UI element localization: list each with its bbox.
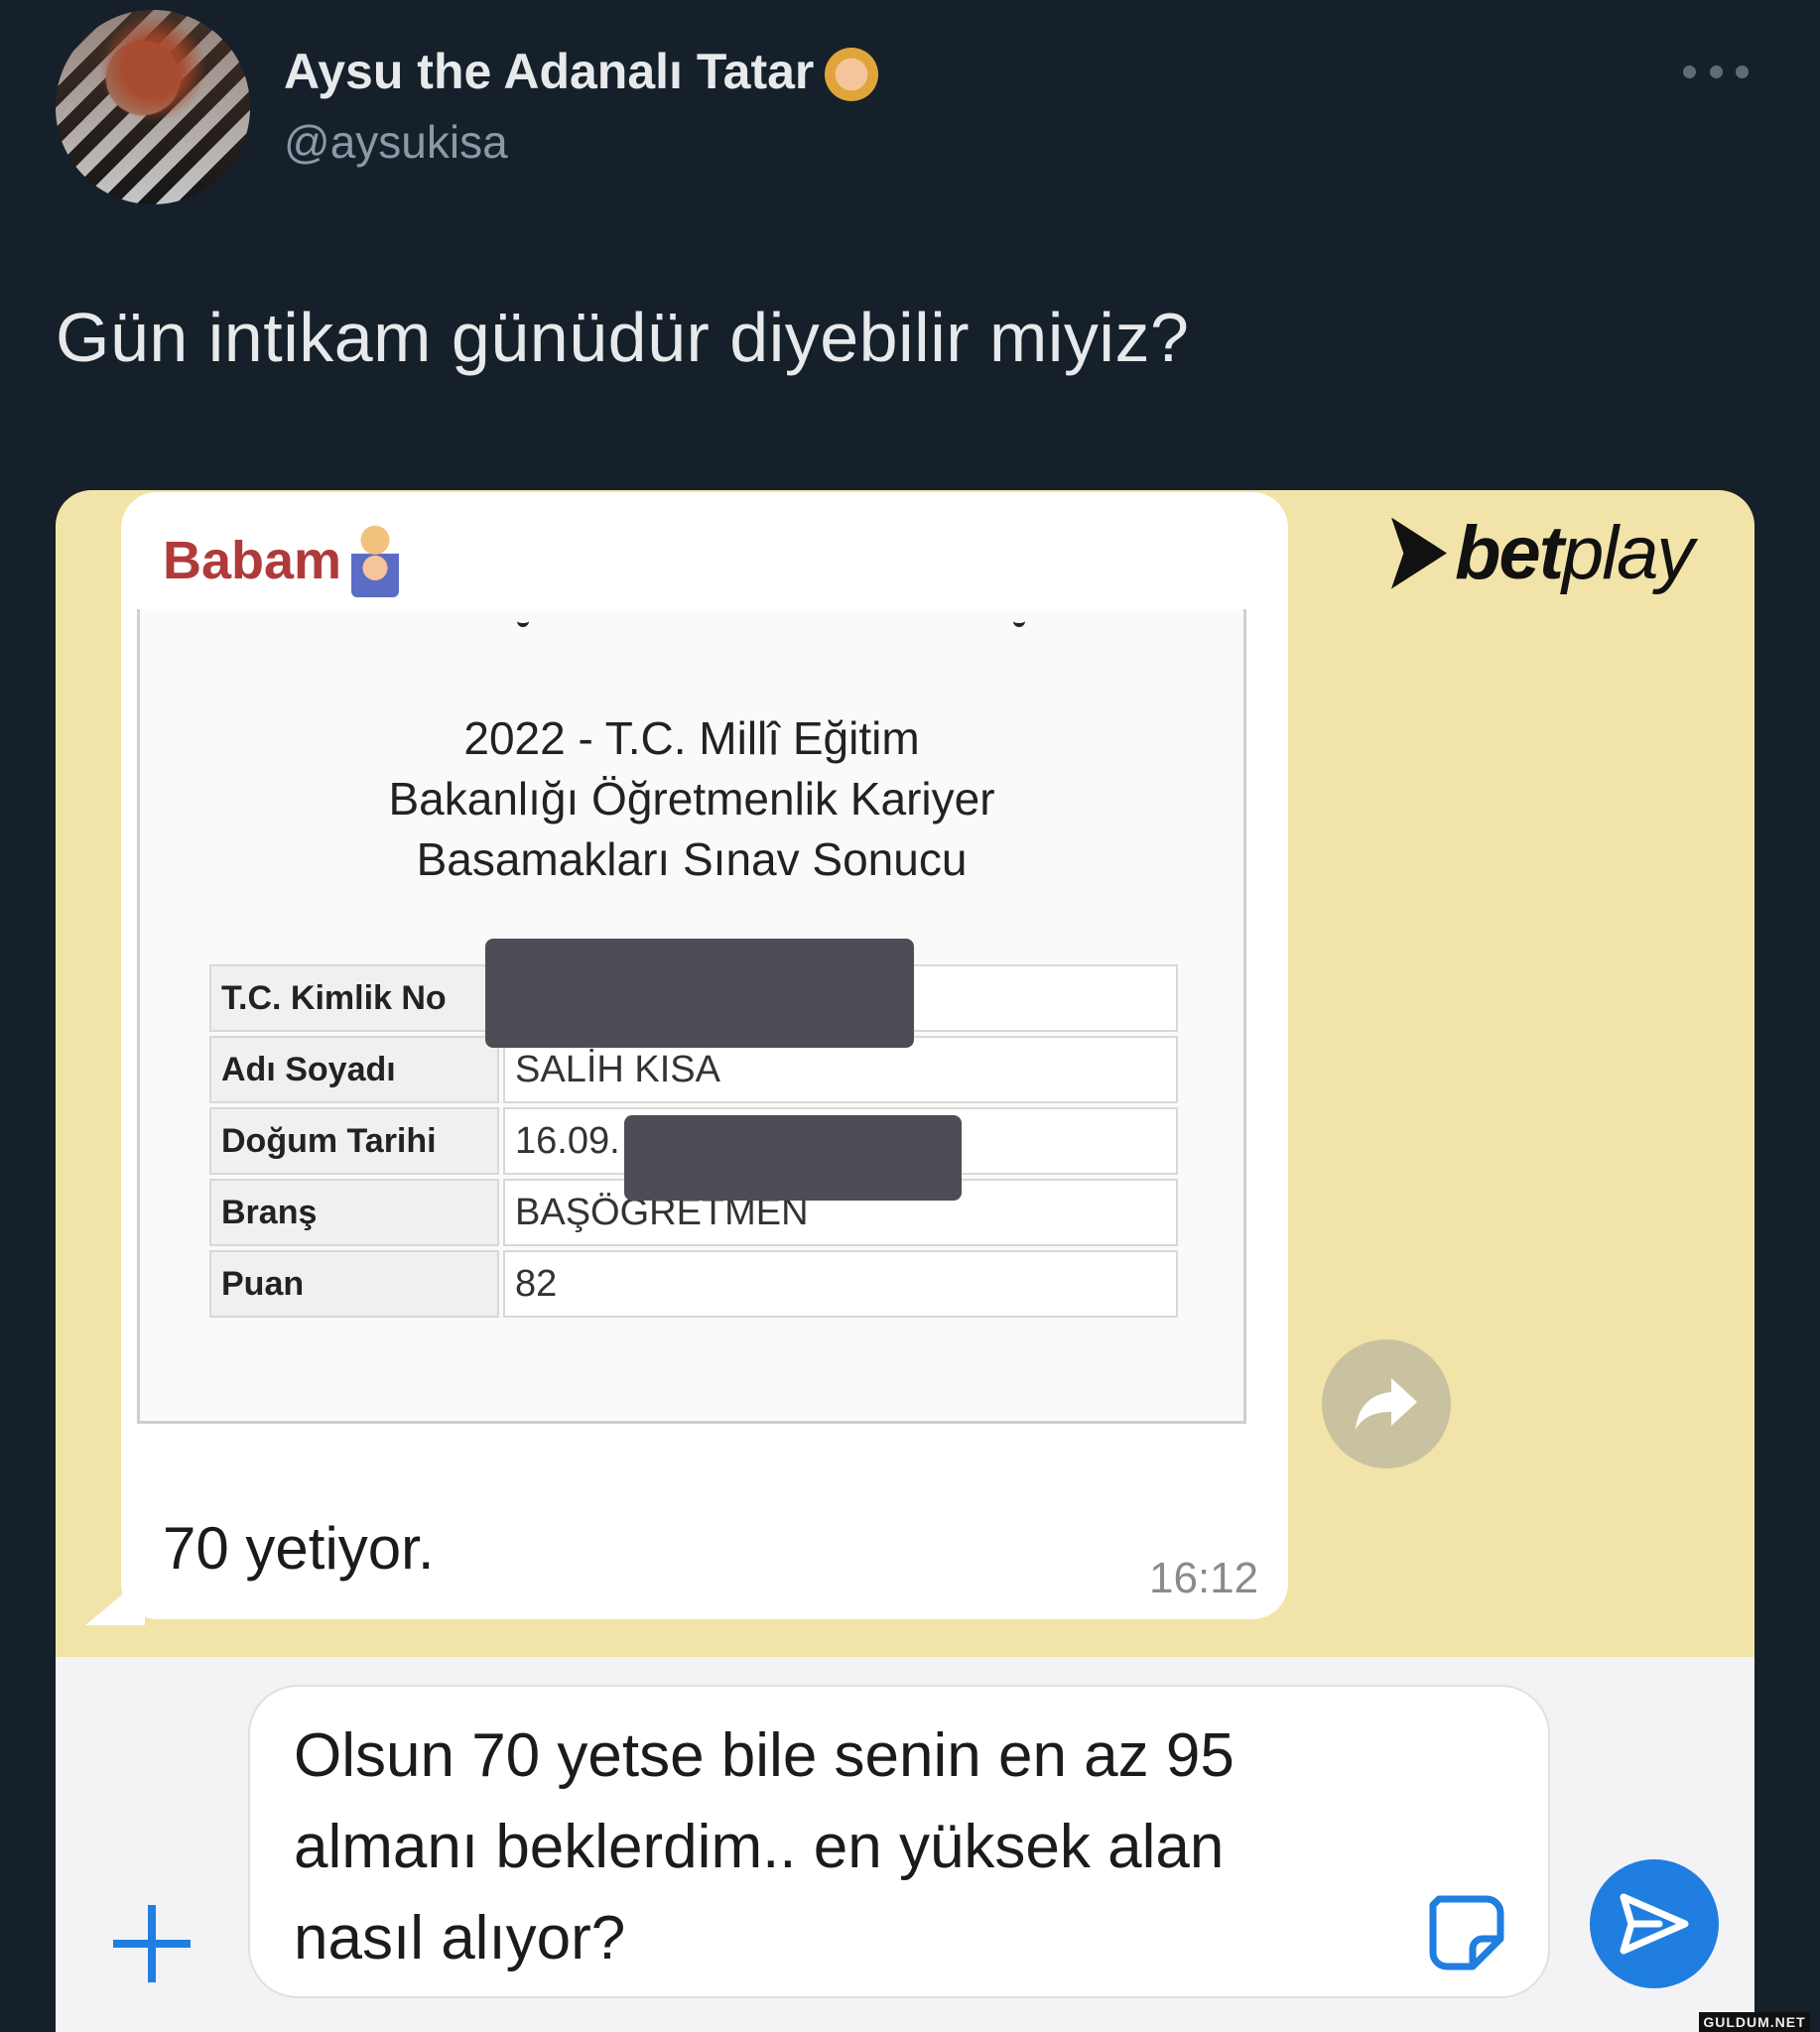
row-label: Doğum Tarihi — [209, 1107, 499, 1175]
send-icon — [1620, 1893, 1689, 1955]
document-title-line: Basamakları Sınav Sonucu — [416, 833, 968, 885]
forward-icon — [1356, 1378, 1417, 1430]
brand-logo: betplay — [1391, 510, 1694, 596]
row-label: T.C. Kimlik No — [209, 964, 499, 1032]
plus-icon[interactable] — [107, 1899, 196, 1988]
brand-name-light: play — [1562, 511, 1694, 595]
tweet-media[interactable]: Babam 2022 - T.C. Millî Eğitim Bakanlığı… — [56, 490, 1755, 2032]
input-line: nasıl alıyor? — [294, 1904, 626, 1972]
sender-name-text: Babam — [163, 531, 342, 590]
sender-name: Babam — [163, 524, 400, 597]
row-label: Branş — [209, 1179, 499, 1246]
table-row: Puan 82 — [209, 1250, 1178, 1318]
input-line: Olsun 70 yetse bile senin en az 95 — [294, 1721, 1235, 1790]
brand-logo-icon — [1391, 517, 1447, 589]
brand-name: betplay — [1455, 510, 1694, 596]
row-label: Puan — [209, 1250, 499, 1318]
forward-button[interactable] — [1322, 1339, 1451, 1468]
input-line: almanı beklerdim.. en yüksek alan — [294, 1813, 1225, 1881]
sticker-icon[interactable] — [1425, 1891, 1508, 1974]
cropped-text-marks — [140, 613, 1243, 627]
document-title: 2022 - T.C. Millî Eğitim Bakanlığı Öğret… — [140, 708, 1243, 890]
message-time: 16:12 — [1149, 1554, 1259, 1602]
row-value: 82 — [503, 1250, 1178, 1318]
message-input-text[interactable]: Olsun 70 yetse bile senin en az 95 alman… — [294, 1711, 1425, 1984]
message-composer: Olsun 70 yetse bile senin en az 95 alman… — [56, 1657, 1755, 2032]
message-bubble[interactable]: Babam 2022 - T.C. Millî Eğitim Bakanlığı… — [121, 492, 1288, 1619]
display-name[interactable]: Aysu the Adanalı Tatar — [284, 42, 882, 101]
display-name-text: Aysu the Adanalı Tatar — [284, 44, 815, 99]
watermark: GULDUM.NET — [1699, 2012, 1810, 2032]
message-input[interactable]: Olsun 70 yetse bile senin en az 95 alman… — [248, 1685, 1550, 1998]
user-handle[interactable]: @aysukisa — [284, 115, 508, 169]
message-text: 70 yetiyor. — [163, 1515, 435, 1582]
man-with-baby-emoji-icon — [351, 524, 400, 597]
tweet-text: Gün intikam günüdür diyebilir miyiz? — [56, 299, 1190, 376]
tweet-header: Aysu the Adanalı Tatar @aysukisa — [0, 0, 1820, 228]
row-label: Adı Soyadı — [209, 1036, 499, 1103]
redaction-box — [485, 939, 914, 1048]
more-icon[interactable] — [1683, 64, 1749, 79]
document-title-line: 2022 - T.C. Millî Eğitim — [463, 712, 920, 764]
document-image[interactable]: 2022 - T.C. Millî Eğitim Bakanlığı Öğret… — [137, 609, 1246, 1424]
document-title-line: Bakanlığı Öğretmenlik Kariyer — [388, 773, 995, 825]
avatar[interactable] — [56, 10, 250, 204]
redaction-box — [624, 1115, 962, 1201]
brand-name-bold: bet — [1455, 511, 1564, 595]
send-button[interactable] — [1590, 1859, 1719, 1988]
woman-emoji-icon — [822, 42, 882, 101]
